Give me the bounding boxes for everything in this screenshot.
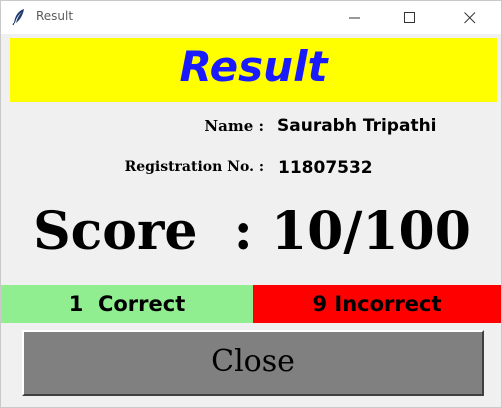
- score-display: Score : 10/100: [1, 201, 502, 262]
- close-button[interactable]: Close: [22, 330, 484, 396]
- maximize-icon: [404, 12, 415, 23]
- incorrect-count-box: 9 Incorrect: [253, 285, 501, 323]
- banner-title: Result: [179, 42, 328, 91]
- title-bar[interactable]: Result: [1, 1, 501, 34]
- result-banner: Result: [10, 38, 497, 102]
- close-icon: [464, 12, 476, 24]
- name-label: Name :: [204, 117, 264, 135]
- score-text: Score : 10/100: [33, 201, 471, 262]
- incorrect-count-text: 9 Incorrect: [312, 292, 442, 316]
- registration-label: Registration No. :: [124, 159, 264, 175]
- minimize-icon: [349, 17, 360, 19]
- minimize-button[interactable]: [332, 1, 378, 34]
- correct-count-box: 1 Correct: [1, 285, 253, 323]
- window-close-button[interactable]: [447, 1, 493, 34]
- result-window: Result Result Name : Saurabh Tripathi Re…: [0, 0, 502, 408]
- correct-count-text: 1 Correct: [68, 292, 186, 316]
- close-button-label: Close: [211, 344, 295, 379]
- feather-icon: [12, 8, 26, 26]
- maximize-button[interactable]: [387, 1, 433, 34]
- name-value: Saurabh Tripathi: [277, 116, 437, 136]
- window-title: Result: [36, 9, 74, 23]
- registration-value: 11807532: [278, 158, 373, 178]
